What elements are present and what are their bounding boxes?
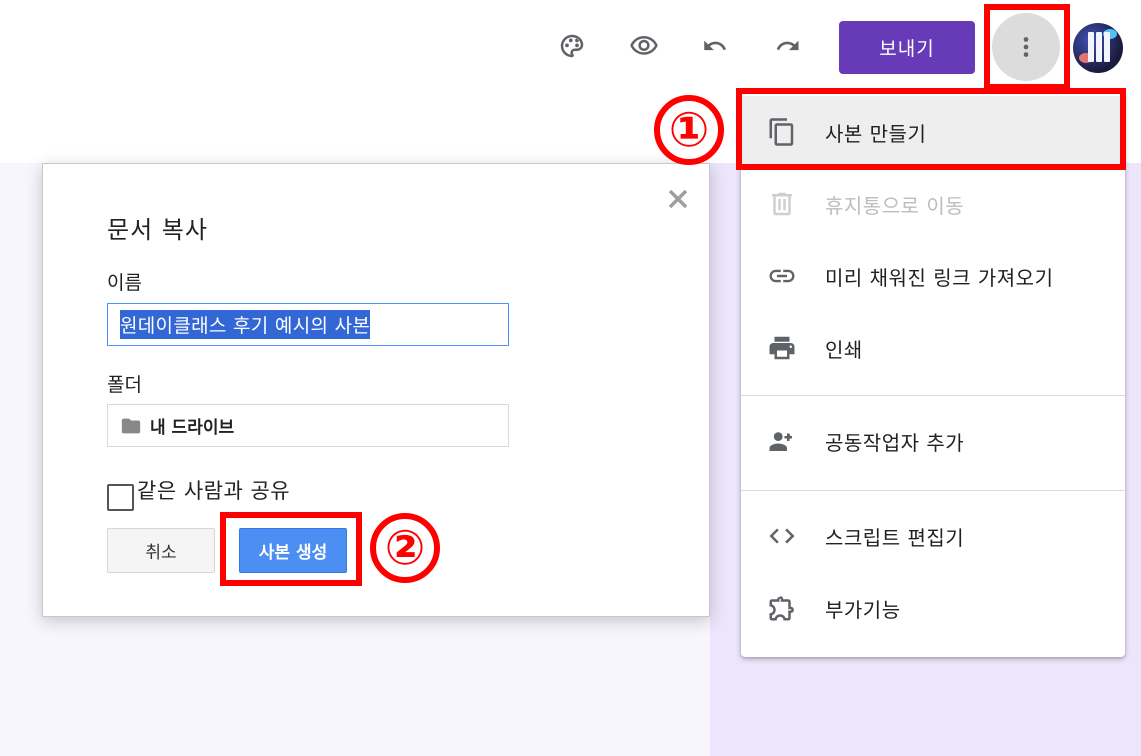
folder-picker[interactable]: 내 드라이브 [107, 404, 509, 447]
trash-icon [765, 187, 799, 221]
menu-item-move-to-trash[interactable]: 휴지통으로 이동 [741, 168, 1125, 240]
folder-value: 내 드라이브 [150, 418, 235, 438]
avatar[interactable] [1073, 23, 1123, 73]
redo-icon[interactable] [770, 28, 806, 64]
code-icon [765, 519, 799, 553]
menu-item-label: 부가기능 [825, 597, 901, 622]
dialog-title: 문서 복사 [107, 216, 208, 244]
more-options-menu: 사본 만들기 휴지통으로 이동 미리 채워진 링크 가져오기 인쇄 공동작업자 [741, 90, 1125, 657]
menu-item-script-editor[interactable]: 스크립트 편집기 [741, 500, 1125, 572]
add-people-icon [765, 424, 799, 458]
palette-icon[interactable] [554, 28, 590, 64]
menu-item-label: 공동작업자 추가 [825, 430, 965, 455]
menu-item-prefilled-link[interactable]: 미리 채워진 링크 가져오기 [741, 240, 1125, 312]
menu-divider [741, 490, 1125, 491]
close-icon [668, 189, 688, 209]
menu-item-print[interactable]: 인쇄 [741, 312, 1125, 384]
folder-icon [121, 418, 141, 433]
folder-label: 폴더 [107, 374, 142, 396]
menu-item-label: 사본 만들기 [825, 121, 927, 146]
eye-icon[interactable] [626, 28, 662, 64]
print-icon [765, 331, 799, 365]
menu-item-label: 휴지통으로 이동 [825, 193, 965, 218]
name-input-value: 원데이클래스 후기 예시의 사본 [120, 310, 371, 339]
menu-item-label: 스크립트 편집기 [825, 525, 965, 550]
link-icon [765, 259, 799, 293]
share-checkbox[interactable] [107, 484, 134, 511]
step-1-marker: ① [654, 95, 724, 165]
menu-item-label: 인쇄 [825, 337, 863, 362]
close-button[interactable] [663, 184, 693, 214]
more-vert-icon [1023, 37, 1029, 57]
copy-icon [765, 115, 799, 149]
menu-item-add-collaborators[interactable]: 공동작업자 추가 [741, 405, 1125, 477]
menu-item-add-ons[interactable]: 부가기능 [741, 572, 1125, 644]
menu-divider [741, 395, 1125, 396]
step-2-marker: ② [370, 513, 440, 583]
create-copy-button[interactable]: 사본 생성 [239, 528, 347, 573]
name-input[interactable]: 원데이클래스 후기 예시의 사본 [107, 303, 509, 346]
more-options-button[interactable] [992, 13, 1060, 81]
top-toolbar: 보내기 [0, 0, 1141, 96]
cancel-button[interactable]: 취소 [107, 528, 215, 573]
undo-icon[interactable] [697, 28, 733, 64]
screen: 보내기 사본 만들기 휴지통으로 이동 미리 채워진 링크 가져오기 인쇄 공동… [0, 0, 1141, 756]
name-label: 이름 [107, 272, 142, 294]
menu-item-label: 미리 채워진 링크 가져오기 [825, 265, 1054, 290]
share-label: 같은 사람과 공유 [137, 479, 291, 503]
puzzle-icon [765, 591, 799, 625]
menu-item-make-copy[interactable]: 사본 만들기 [741, 96, 1125, 168]
send-button[interactable]: 보내기 [839, 21, 975, 74]
